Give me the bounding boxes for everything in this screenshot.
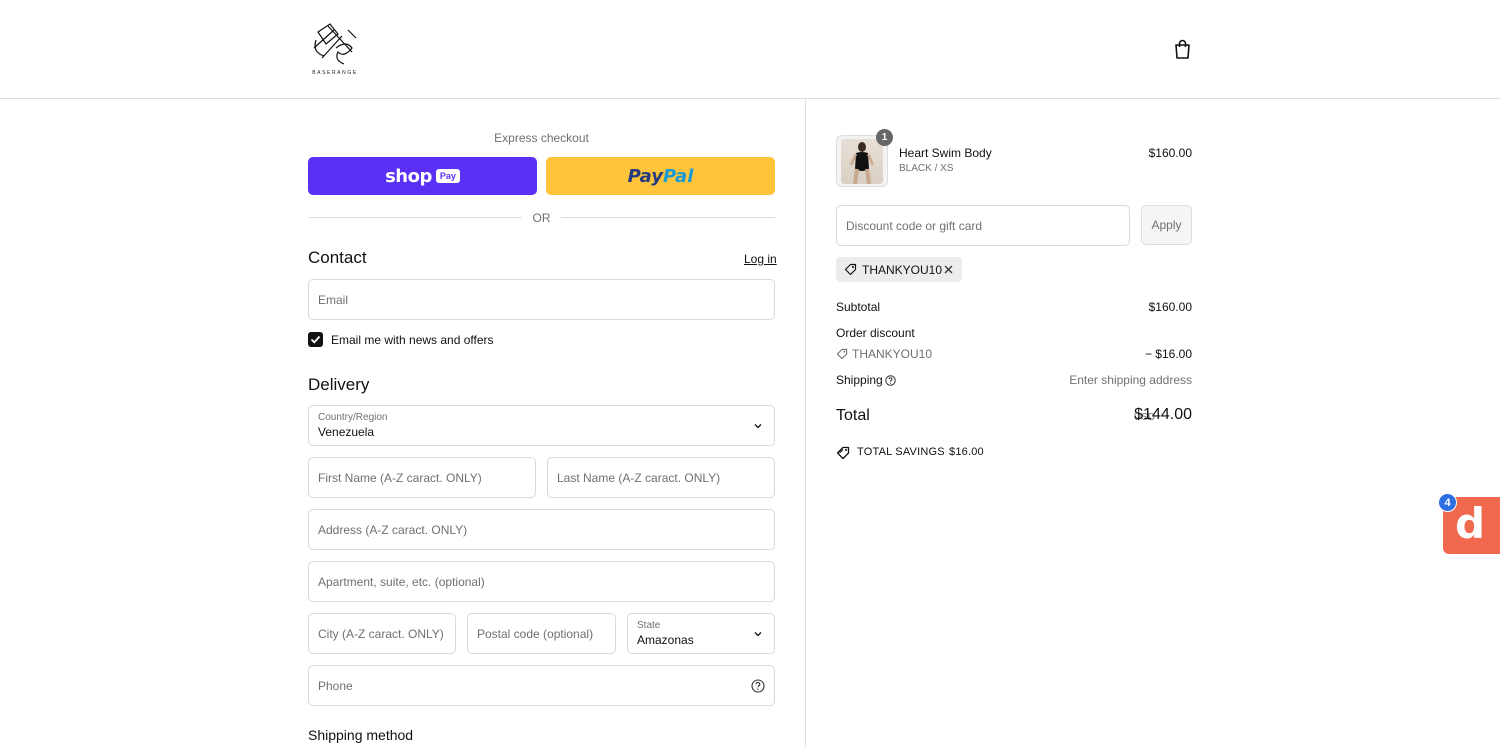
contact-heading: Contact [308, 248, 367, 267]
email-field[interactable]: Email [308, 279, 775, 320]
shopping-bag-icon[interactable] [1172, 38, 1193, 60]
subtotal-value: $160.00 [1148, 300, 1192, 314]
discount-code-placeholder: Discount code or gift card [846, 218, 983, 233]
shipping-label: Shipping [836, 373, 883, 387]
last-name-field[interactable]: Last Name (A-Z caract. ONLY) [547, 457, 775, 498]
discount-code-input[interactable]: Discount code or gift card [836, 205, 1130, 246]
first-name-field[interactable]: First Name (A-Z caract. ONLY) [308, 457, 536, 498]
quantity-badge: 1 [876, 129, 893, 146]
checkmark-icon [310, 335, 321, 344]
discount-amount: − $16.00 [1144, 347, 1192, 361]
last-name-placeholder: Last Name (A-Z caract. ONLY) [557, 470, 721, 485]
or-label: OR [532, 211, 551, 225]
total-value: $144.00 [1134, 406, 1192, 423]
chevron-down-icon [754, 423, 762, 428]
city-field[interactable]: City (A-Z caract. ONLY) [308, 613, 456, 654]
country-select[interactable]: Country/Region Venezuela [308, 405, 775, 446]
paypal-wordmark-part2: Pal [663, 165, 694, 187]
paypal-button[interactable]: Pay Pal [546, 157, 775, 195]
email-placeholder: Email [318, 292, 349, 307]
brand-logo[interactable]: BASERANGE [308, 18, 362, 80]
first-name-placeholder: First Name (A-Z caract. ONLY) [318, 470, 482, 485]
country-value: Venezuela [318, 425, 375, 439]
product-price: $160.00 [1148, 146, 1192, 160]
product-image [841, 139, 883, 184]
total-savings-value: $16.00 [949, 446, 984, 458]
newsletter-checkbox[interactable] [308, 332, 323, 347]
shop-pay-button[interactable]: shop Pay [308, 157, 537, 195]
country-label: Country/Region [318, 412, 388, 423]
postal-code-field[interactable]: Postal code (optional) [467, 613, 616, 654]
state-label: State [637, 620, 661, 631]
applied-discount-code: THANKYOU10 [862, 263, 943, 277]
order-discount-label: Order discount [836, 326, 915, 340]
applied-discount-chip: THANKYOU10 [836, 257, 962, 282]
shop-pay-wordmark: shop [385, 165, 432, 187]
help-circle-icon[interactable] [885, 375, 896, 386]
total-savings-label: TOTAL SAVINGS [857, 446, 945, 458]
tag-icon [844, 263, 857, 276]
city-placeholder: City (A-Z caract. ONLY) [318, 626, 444, 641]
state-select[interactable]: State Amazonas [627, 613, 775, 654]
apartment-placeholder: Apartment, suite, etc. (optional) [318, 574, 485, 589]
postal-code-placeholder: Postal code (optional) [477, 626, 594, 641]
product-name: Heart Swim Body [899, 146, 992, 160]
phone-placeholder: Phone [318, 678, 353, 693]
product-variant: BLACK / XS [899, 163, 954, 174]
shop-pay-badge: Pay [435, 169, 460, 183]
address-placeholder: Address (A-Z caract. ONLY) [318, 522, 468, 537]
site-header: BASERANGE [0, 0, 1500, 99]
state-value: Amazonas [637, 633, 694, 647]
login-link[interactable]: Log in [744, 252, 777, 266]
paypal-wordmark-part1: Pay [627, 165, 663, 187]
widget-logo-letter: d [1455, 499, 1486, 548]
brand-monogram-icon [313, 23, 357, 65]
savings-tag-icon [836, 446, 850, 460]
tag-icon [836, 348, 848, 360]
widget-notification-badge: 4 [1438, 493, 1457, 512]
chevron-down-icon [754, 631, 762, 636]
shipping-value: Enter shipping address [1069, 373, 1192, 387]
address-field[interactable]: Address (A-Z caract. ONLY) [308, 509, 775, 550]
apartment-field[interactable]: Apartment, suite, etc. (optional) [308, 561, 775, 602]
newsletter-label: Email me with news and offers [331, 333, 494, 347]
shipping-method-heading: Shipping method [308, 727, 414, 743]
brand-wordmark: BASERANGE [312, 70, 358, 76]
remove-discount-icon[interactable] [943, 264, 954, 275]
total-label: Total [836, 407, 870, 424]
or-divider: OR [308, 211, 775, 225]
subtotal-label: Subtotal [836, 300, 881, 314]
phone-field[interactable]: Phone [308, 665, 775, 706]
discount-code-line: THANKYOU10 [852, 347, 933, 361]
help-circle-icon[interactable] [751, 678, 765, 693]
express-checkout-title: Express checkout [494, 131, 589, 145]
apply-discount-button[interactable]: Apply [1141, 205, 1192, 245]
delivery-heading: Delivery [308, 375, 370, 394]
